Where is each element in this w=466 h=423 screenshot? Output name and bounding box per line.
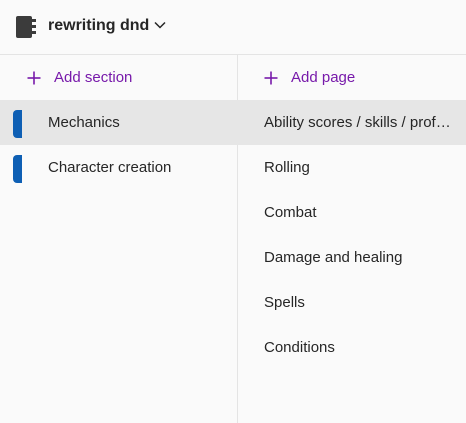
section-color-tab bbox=[13, 110, 22, 138]
pages-pane: Add page Ability scores / skills / profi… bbox=[238, 55, 466, 423]
section-label: Character creation bbox=[48, 159, 172, 176]
section-label: Mechanics bbox=[48, 114, 120, 131]
page-item-spells[interactable]: Spells bbox=[238, 280, 466, 325]
notebook-title[interactable]: rewriting dnd bbox=[48, 15, 149, 37]
section-color-tab bbox=[13, 155, 22, 183]
page-label: Ability scores / skills / proficiency bbox=[264, 114, 454, 131]
page-label: Rolling bbox=[264, 159, 310, 176]
notebook-icon bbox=[16, 16, 36, 38]
add-section-label: Add section bbox=[54, 69, 133, 86]
add-page-button[interactable]: Add page bbox=[264, 55, 355, 100]
notebook-header: rewriting dnd bbox=[0, 0, 466, 55]
page-item-ability-scores[interactable]: Ability scores / skills / proficiency bbox=[238, 100, 466, 145]
page-label: Combat bbox=[264, 204, 317, 221]
section-item-character-creation[interactable]: Character creation bbox=[0, 145, 238, 190]
plus-icon bbox=[264, 71, 278, 84]
sections-pane: Add section Mechanics Character creation bbox=[0, 55, 238, 423]
add-section-button[interactable]: Add section bbox=[27, 55, 132, 100]
page-label: Damage and healing bbox=[264, 249, 403, 266]
page-item-combat[interactable]: Combat bbox=[238, 190, 466, 235]
add-page-label: Add page bbox=[291, 69, 356, 86]
section-item-mechanics[interactable]: Mechanics bbox=[0, 100, 238, 145]
page-item-rolling[interactable]: Rolling bbox=[238, 145, 466, 190]
chevron-down-icon[interactable] bbox=[154, 20, 166, 30]
page-item-damage-and-healing[interactable]: Damage and healing bbox=[238, 235, 466, 280]
page-item-conditions[interactable]: Conditions bbox=[238, 325, 466, 370]
plus-icon bbox=[27, 71, 41, 84]
page-label: Conditions bbox=[264, 339, 335, 356]
page-label: Spells bbox=[264, 294, 305, 311]
